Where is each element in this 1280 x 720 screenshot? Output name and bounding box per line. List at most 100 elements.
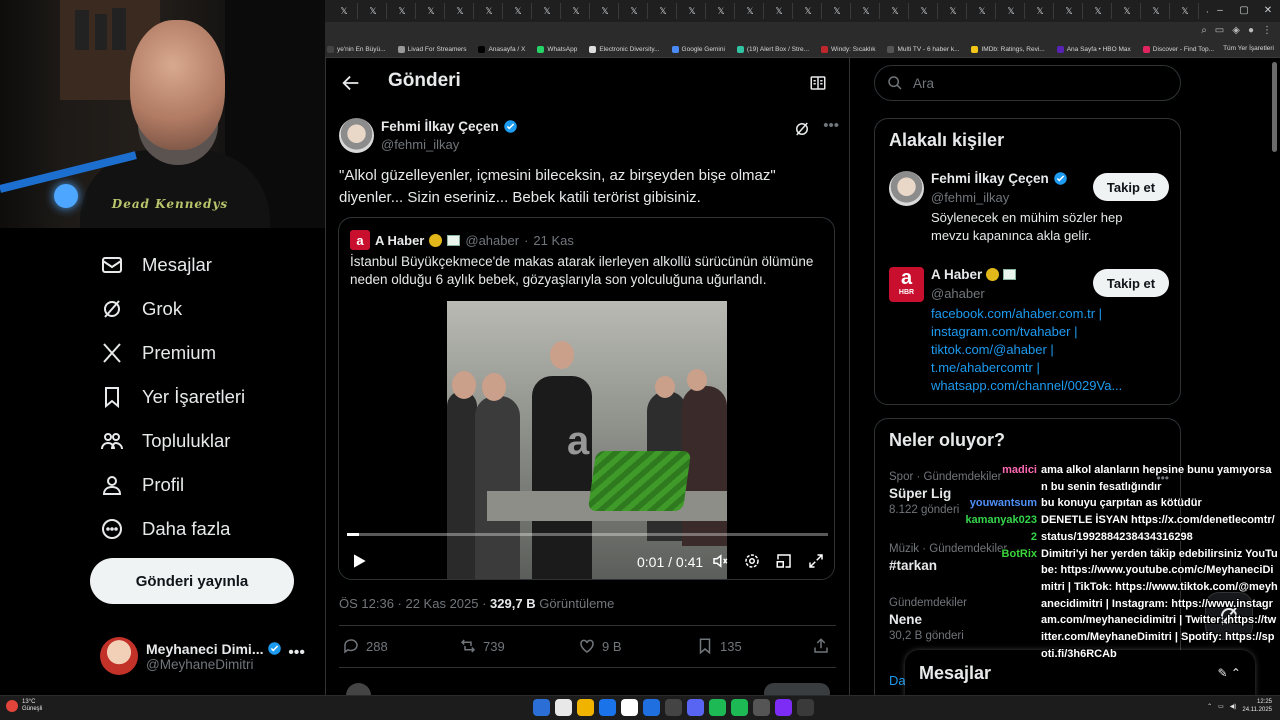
bookmark-item[interactable]: Windy: Sıcaklık xyxy=(821,46,875,53)
browser-tab[interactable]: 𝕏 xyxy=(911,3,938,19)
follow-button[interactable]: Takip et xyxy=(1093,173,1169,201)
account-switcher[interactable]: Meyhaneci Dimi... @MeyhaneDimitri ••• xyxy=(100,634,315,678)
video-player[interactable]: a 0:01 / 0:41 xyxy=(339,301,834,579)
browser-tab[interactable]: 𝕏 xyxy=(621,3,648,19)
close-icon[interactable]: ✕ xyxy=(1256,0,1280,22)
reader-icon[interactable] xyxy=(809,74,827,92)
like-button[interactable]: 9 B xyxy=(578,637,622,655)
browser-tab[interactable]: 𝕏 xyxy=(563,3,590,19)
browser-tab[interactable]: 𝕏 xyxy=(505,3,532,19)
cast-icon[interactable]: ▭ xyxy=(1215,25,1224,36)
volume-icon[interactable] xyxy=(711,552,729,570)
bookmark-button[interactable]: 135 xyxy=(696,637,742,655)
browser-tab[interactable]: 𝕏 xyxy=(969,3,996,19)
profile-icon[interactable]: ● xyxy=(1248,25,1254,36)
taskbar-app-icon[interactable] xyxy=(753,699,770,716)
quoted-post[interactable]: a A Haber @ahaber · 21 Kas İstanbul Büyü… xyxy=(338,217,835,580)
author-name[interactable]: Fehmi İlkay Çeçen xyxy=(381,119,499,134)
bio-link[interactable]: tiktok.com/@ahaber | xyxy=(931,341,1161,359)
taskbar-app-icon[interactable] xyxy=(665,699,682,716)
scrollbar[interactable] xyxy=(1272,62,1277,152)
follow-button[interactable]: Takip et xyxy=(1093,269,1169,297)
browser-tab[interactable]: 𝕏 xyxy=(476,3,503,19)
reply-button[interactable]: 288 xyxy=(342,637,388,655)
bookmark-item[interactable]: IMDb: Ratings, Revi... xyxy=(971,46,1045,53)
address-bar[interactable]: ⌕ ▭ ◈ ● ⋮ xyxy=(325,22,1280,42)
taskbar-app-icon[interactable] xyxy=(687,699,704,716)
extension-icon[interactable]: ◈ xyxy=(1232,25,1240,36)
bookmark-item[interactable]: Electronic Diversity... xyxy=(589,46,660,53)
browser-tab[interactable]: 𝕏 xyxy=(418,3,445,19)
bio-link[interactable]: t.me/ahabercomtr | xyxy=(931,359,1161,377)
taskbar-app-icon[interactable] xyxy=(643,699,660,716)
taskbar-app-icon[interactable] xyxy=(797,699,814,716)
browser-tab[interactable]: 𝕏 xyxy=(1172,3,1199,19)
share-button[interactable] xyxy=(812,637,830,655)
post-button[interactable]: Gönderi yayınla xyxy=(90,558,294,604)
browser-tab[interactable]: 𝕏 xyxy=(1085,3,1112,19)
browser-tab[interactable]: 𝕏 xyxy=(940,3,967,19)
bookmark-item[interactable]: Ana Sayfa • HBO Max xyxy=(1056,46,1131,53)
play-icon[interactable] xyxy=(349,551,369,571)
browser-tab[interactable]: 𝕏 xyxy=(679,3,706,19)
bio-link[interactable]: facebook.com/ahaber.com.tr | xyxy=(931,305,1161,323)
bookmark-item[interactable]: (19) Alert Box / Stre... xyxy=(736,46,809,53)
search-input[interactable]: Ara xyxy=(874,65,1181,101)
repost-button[interactable]: 739 xyxy=(459,637,505,655)
browser-tab[interactable]: 𝕏 xyxy=(1114,3,1141,19)
post-time[interactable]: ÖS 12:36 · 22 Kas 2025 · xyxy=(339,596,490,611)
browser-tab[interactable]: 𝕏 xyxy=(1027,3,1054,19)
video-progress-bar[interactable] xyxy=(347,533,828,536)
browser-tab[interactable]: 𝕏 xyxy=(708,3,735,19)
clock[interactable]: 12:25 24.11.2025 xyxy=(1242,698,1272,714)
browser-tab[interactable]: 𝕏 xyxy=(650,3,677,19)
taskbar-app-icon[interactable] xyxy=(775,699,792,716)
taskbar-app-icon[interactable] xyxy=(533,699,550,716)
bookmark-item[interactable]: Google Gemini xyxy=(671,46,725,53)
network-icon[interactable]: ▭ xyxy=(1218,703,1224,710)
bookmark-item[interactable]: Anasayfa / X xyxy=(478,46,525,53)
bookmark-item[interactable]: ye'nin En Büyü... xyxy=(327,46,386,53)
speaker-icon[interactable]: ◀) xyxy=(1230,703,1237,710)
browser-tab[interactable]: 𝕏 xyxy=(592,3,619,19)
browser-tab[interactable]: 𝕏 xyxy=(331,3,358,19)
bookmark-item[interactable]: WhatsApp xyxy=(537,46,577,53)
browser-tab[interactable]: 𝕏 xyxy=(737,3,764,19)
more-icon[interactable]: ••• xyxy=(823,117,839,134)
nav-item-premium[interactable]: Premium xyxy=(100,337,216,369)
grok-icon[interactable] xyxy=(793,120,811,138)
taskbar-app-icon[interactable] xyxy=(731,699,748,716)
browser-tab[interactable]: 𝕏 xyxy=(534,3,561,19)
browser-tab[interactable]: 𝕏 xyxy=(1143,3,1170,19)
bio-link[interactable]: whatsapp.com/channel/0029Va... xyxy=(931,377,1161,395)
browser-tab[interactable]: 𝕏 xyxy=(1056,3,1083,19)
bio-link[interactable]: instagram.com/tvahaber | xyxy=(931,323,1161,341)
reply-submit-button[interactable] xyxy=(764,683,830,695)
browser-tab[interactable]: 𝕏 xyxy=(389,3,416,19)
all-bookmarks[interactable]: Tüm Yer İşaretleri xyxy=(1223,45,1274,52)
nav-item-more[interactable]: Daha fazla xyxy=(100,513,230,545)
drawer-icons[interactable]: ✎ ⌃ xyxy=(1218,666,1241,680)
browser-tab[interactable]: 𝕏 xyxy=(447,3,474,19)
menu-icon[interactable]: ⋮ xyxy=(1262,25,1272,36)
back-arrow-icon[interactable] xyxy=(340,72,362,94)
taskbar-app-icon[interactable] xyxy=(709,699,726,716)
taskbar-app-icon[interactable] xyxy=(599,699,616,716)
browser-tab[interactable]: 𝕏 xyxy=(998,3,1025,19)
browser-tab[interactable]: 𝕏 xyxy=(795,3,822,19)
bookmark-item[interactable]: Discover - Find Top... xyxy=(1142,46,1214,53)
author-handle[interactable]: @fehmi_ilkay xyxy=(381,137,459,152)
taskbar-app-icon[interactable] xyxy=(555,699,572,716)
settings-icon[interactable] xyxy=(743,552,761,570)
chevron-up-icon[interactable]: ⌃ xyxy=(1207,703,1212,710)
nav-item-bookmarks[interactable]: Yer İşaretleri xyxy=(100,381,245,413)
taskbar-app-icon[interactable] xyxy=(577,699,594,716)
avatar[interactable] xyxy=(339,118,374,153)
browser-tab[interactable]: 𝕏 xyxy=(360,3,387,19)
browser-tab[interactable]: 𝕏 xyxy=(766,3,793,19)
zoom-icon[interactable]: ⌕ xyxy=(1201,25,1207,36)
weather-widget[interactable]: 13°C Güneşli xyxy=(6,699,42,713)
maximize-icon[interactable]: ▢ xyxy=(1232,0,1256,22)
browser-tab[interactable]: 𝕏 xyxy=(824,3,851,19)
nav-item-profile[interactable]: Profil xyxy=(100,469,184,501)
